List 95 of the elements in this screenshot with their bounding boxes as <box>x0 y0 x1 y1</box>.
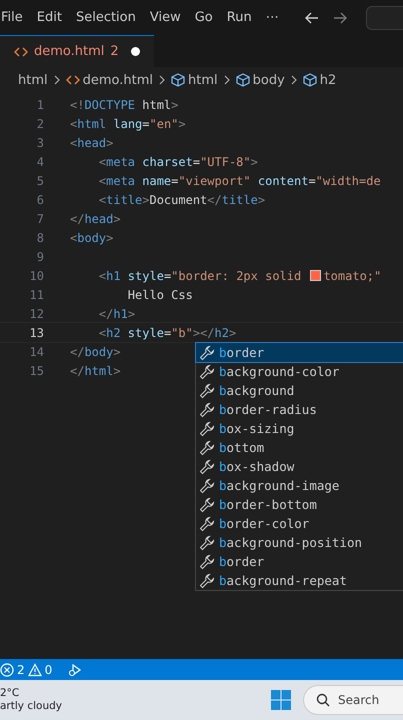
line-number: 10 <box>28 268 44 282</box>
wrench-icon <box>199 554 215 570</box>
suggestion-item[interactable]: box-shadow <box>196 457 403 476</box>
code-text: tomato;" <box>323 268 382 282</box>
wrench-icon <box>199 420 215 436</box>
breadcrumb-item[interactable]: html <box>188 72 218 88</box>
warning-icon[interactable] <box>28 662 42 676</box>
code-text: <h1 style="border: 2px solid <box>98 268 302 282</box>
breadcrumb-item[interactable]: html <box>18 72 48 88</box>
editor-tab[interactable]: demo.html 2 <box>0 35 154 67</box>
chevron-icon <box>288 75 299 85</box>
debug-icon[interactable] <box>68 662 82 676</box>
code-text: <meta charset="UTF-8"> <box>98 154 258 168</box>
breadcrumb-item[interactable]: body <box>252 72 285 88</box>
code-text: </html> <box>70 364 121 378</box>
problem-count: 2 <box>110 44 119 59</box>
wrench-icon <box>199 382 215 398</box>
chevron-icon <box>157 75 168 85</box>
code-text: <html lang="en"> <box>70 116 186 130</box>
wrench-icon <box>199 458 215 474</box>
code-text: <!DOCTYPE html> <box>70 98 178 112</box>
color-swatch-icon[interactable] <box>310 270 322 281</box>
menu-item[interactable]: View <box>142 6 188 29</box>
menu-item[interactable]: Edit <box>30 6 69 29</box>
line-number: 5 <box>36 174 44 188</box>
code-file-icon <box>66 73 80 87</box>
suggestion-item[interactable]: bottom <box>196 438 403 457</box>
line-number: 2 <box>36 116 44 130</box>
breadcrumb-item[interactable]: demo.html <box>82 72 154 88</box>
code-text: <body> <box>70 230 114 244</box>
windows-logo-icon[interactable] <box>271 690 291 710</box>
line-number: 12 <box>28 306 44 320</box>
suggestion-item[interactable]: background-repeat <box>196 571 403 590</box>
line-number: 7 <box>36 212 44 226</box>
line-number: 1 <box>36 98 44 112</box>
line-number: 8 <box>36 230 44 244</box>
suggestion-item[interactable]: border <box>196 343 403 362</box>
line-number: 9 <box>36 250 44 264</box>
menu-item[interactable]: Go <box>188 6 220 29</box>
suggestion-item[interactable]: border-bottom <box>196 495 403 514</box>
breadcrumb-item[interactable]: h2 <box>320 72 336 88</box>
suggestion-item[interactable]: border <box>196 552 403 571</box>
search-icon <box>316 693 330 707</box>
cube-icon <box>236 73 250 87</box>
menu-item[interactable]: Selection <box>68 6 143 29</box>
code-text: Hello Css <box>126 288 193 302</box>
code-text: <meta name="viewport" content="width=de <box>98 174 381 188</box>
suggestion-item[interactable]: border-color <box>196 514 403 533</box>
wrench-icon <box>199 402 215 418</box>
code-text: <title>Document</title> <box>98 192 266 206</box>
chevron-icon <box>52 75 62 85</box>
cube-icon <box>302 73 317 87</box>
suggestion-item[interactable]: background-position <box>196 533 403 552</box>
line-number: 11 <box>28 288 44 302</box>
wrench-icon <box>199 496 215 512</box>
suggestion-item[interactable]: background-color <box>196 362 403 381</box>
code-text: <head> <box>70 136 114 150</box>
weather-text[interactable]: artly cloudy <box>0 700 62 713</box>
wrench-icon <box>199 364 215 380</box>
suggestion-item[interactable]: box-sizing <box>196 419 403 438</box>
wrench-icon <box>199 534 215 550</box>
suggestion-item[interactable]: border-radius <box>196 400 403 419</box>
wrench-icon <box>199 478 215 494</box>
unsaved-dot-icon[interactable] <box>130 47 140 56</box>
line-number: 3 <box>36 136 44 150</box>
line-number: 14 <box>28 344 44 358</box>
warning-count[interactable]: 0 <box>44 662 52 676</box>
suggestion-item[interactable]: background-image <box>196 476 403 495</box>
temperature-text[interactable]: 2°C <box>0 687 62 700</box>
line-number: 13 <box>28 326 44 340</box>
code-text: </head> <box>70 212 121 226</box>
code-text: </h1> <box>98 306 136 320</box>
wrench-icon <box>199 440 215 456</box>
error-count[interactable]: 2 <box>17 662 25 676</box>
suggestion-item[interactable]: background <box>196 381 403 400</box>
search-field[interactable]: Search <box>303 685 403 715</box>
command-center-field[interactable] <box>366 6 403 30</box>
back-arrow-icon[interactable] <box>304 10 320 26</box>
code-file-icon <box>14 46 28 58</box>
line-number: 4 <box>36 154 44 168</box>
menu-item[interactable]: ⋯ <box>258 6 286 29</box>
wrench-icon <box>199 344 215 360</box>
line-number: 6 <box>36 192 44 206</box>
tab-title: demo.html <box>34 44 104 59</box>
menu-item[interactable]: File <box>0 6 30 29</box>
code-text: </body> <box>70 344 121 358</box>
code-text: <h2 style="b"></h2> <box>98 326 236 340</box>
chevron-icon <box>222 75 232 85</box>
cube-icon <box>171 73 186 87</box>
wrench-icon <box>199 516 215 532</box>
forward-arrow-icon[interactable] <box>332 10 348 26</box>
error-icon[interactable] <box>0 662 14 676</box>
line-number: 15 <box>28 364 44 378</box>
menu-item[interactable]: Run <box>220 6 259 29</box>
wrench-icon <box>199 572 215 588</box>
